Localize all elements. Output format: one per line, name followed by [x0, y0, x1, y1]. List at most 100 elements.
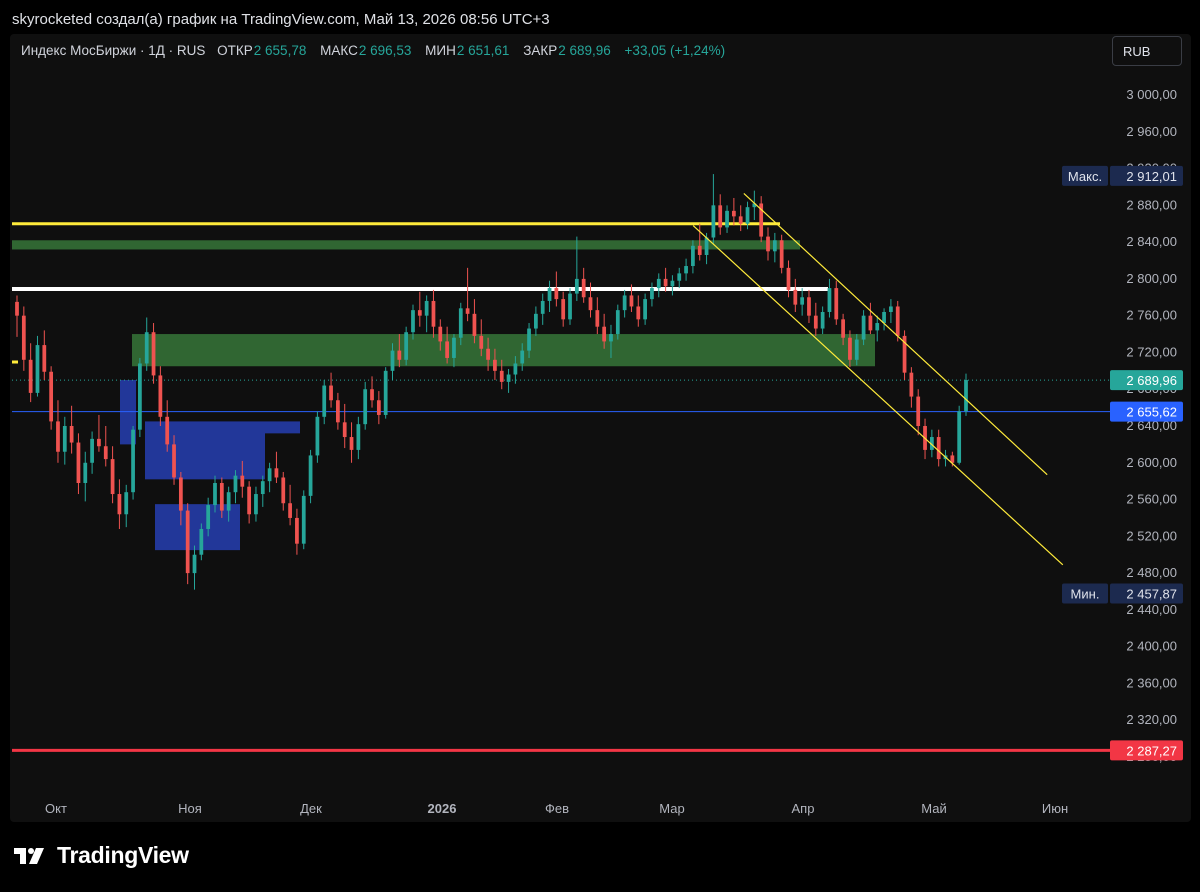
candle-body [411, 310, 415, 333]
candle-body [807, 297, 811, 316]
candle-body [69, 426, 74, 443]
red-support-tag-value: 2 287,27 [1126, 743, 1177, 758]
candle-body [861, 315, 866, 340]
candle-body [438, 326, 443, 342]
candle-body [315, 416, 320, 456]
x-tick-label: Окт [45, 801, 67, 816]
candle-body [452, 337, 456, 358]
channel-lower [692, 225, 1064, 566]
candle-body [144, 332, 149, 364]
candle-body [465, 308, 470, 314]
candle-body [172, 444, 176, 478]
candle-body [274, 468, 279, 478]
tradingview-logo: TradingView [14, 842, 189, 869]
candle-body [21, 315, 26, 360]
candle-body [178, 477, 183, 511]
candle-body [281, 477, 286, 504]
candle-body [76, 442, 81, 484]
candle-body [329, 385, 333, 401]
candle-body [895, 306, 900, 336]
candle-body [595, 310, 600, 327]
candle-body [936, 437, 941, 460]
candle-body [103, 446, 108, 460]
candle-body [390, 350, 395, 371]
y-tick-label: 2 320,00 [1126, 712, 1177, 727]
candle-body [827, 288, 832, 312]
candle-body [554, 288, 559, 300]
candle-body [295, 517, 299, 544]
candle-body [677, 273, 682, 281]
x-tick-label: Мар [659, 801, 684, 816]
candle-body [199, 528, 204, 555]
candle-body [820, 311, 825, 329]
candle-body [336, 400, 340, 423]
candle-body [15, 301, 19, 316]
candle-body [738, 216, 743, 224]
candle-body [342, 422, 347, 438]
candle-body [267, 468, 272, 482]
candle-body [479, 335, 484, 349]
candle-body [165, 416, 170, 445]
candle-body [663, 278, 668, 287]
y-tick-label: 2 440,00 [1126, 602, 1177, 617]
candle-body [363, 389, 368, 425]
y-tick-label: 2 600,00 [1126, 455, 1177, 470]
candle-body [424, 300, 429, 316]
y-tick-label: 2 960,00 [1126, 124, 1177, 139]
candle-body [786, 267, 791, 290]
candle-body [691, 245, 695, 267]
candle-body [581, 278, 586, 298]
y-tick-label: 3 000,00 [1126, 87, 1177, 102]
candle-body [540, 300, 545, 314]
candle-body [458, 308, 463, 338]
candle-body [97, 438, 101, 447]
y-tick-label: 2 720,00 [1126, 344, 1177, 359]
candle-body [882, 311, 886, 324]
candle-body [800, 297, 805, 305]
candle-body [779, 240, 784, 268]
candle-body [731, 210, 736, 217]
candle-body [28, 359, 33, 393]
supply-zone-lower [132, 334, 875, 367]
candle-body [370, 389, 374, 401]
candle-body [568, 293, 572, 320]
max-price-tag-value: 2 912,01 [1126, 169, 1177, 184]
candle-body [656, 278, 661, 289]
candle-body [718, 205, 723, 228]
candle-body [547, 288, 552, 301]
candle-body [472, 313, 477, 336]
y-tick-label: 2 800,00 [1126, 271, 1177, 286]
candle-body [602, 326, 607, 342]
y-tick-label: 2 480,00 [1126, 565, 1177, 580]
candle-body [431, 300, 436, 327]
candle-body [417, 310, 422, 316]
y-tick-label: 2 520,00 [1126, 528, 1177, 543]
candle-body [383, 370, 388, 415]
candle-body [219, 483, 224, 511]
candle-body [493, 359, 497, 371]
candle-body [445, 341, 449, 358]
demand-zone-blue-2 [155, 504, 240, 551]
candle-body [322, 385, 327, 417]
candle-body [62, 426, 67, 452]
min-price-tag-value: 2 457,87 [1126, 586, 1177, 601]
candle-body [636, 306, 641, 320]
candle-body [90, 438, 94, 463]
candle-body [151, 332, 156, 376]
candlestick-chart[interactable]: 3 000,002 960,002 920,002 880,002 840,00… [0, 0, 1200, 892]
demand-zone-blue-1 [145, 421, 265, 480]
candle-body [110, 459, 115, 495]
brand-name: TradingView [57, 842, 189, 868]
candle-body [909, 372, 914, 397]
candle-body [609, 334, 613, 342]
candle-body [206, 505, 211, 529]
candle-body [158, 375, 163, 417]
candle-body [534, 313, 538, 329]
candle-body [684, 266, 688, 274]
candle-body [670, 280, 675, 287]
candle-body [56, 421, 60, 452]
y-tick-label: 2 760,00 [1126, 308, 1177, 323]
candle-body [588, 297, 593, 311]
x-tick-label: Дек [300, 801, 322, 816]
candle-body [131, 429, 135, 493]
